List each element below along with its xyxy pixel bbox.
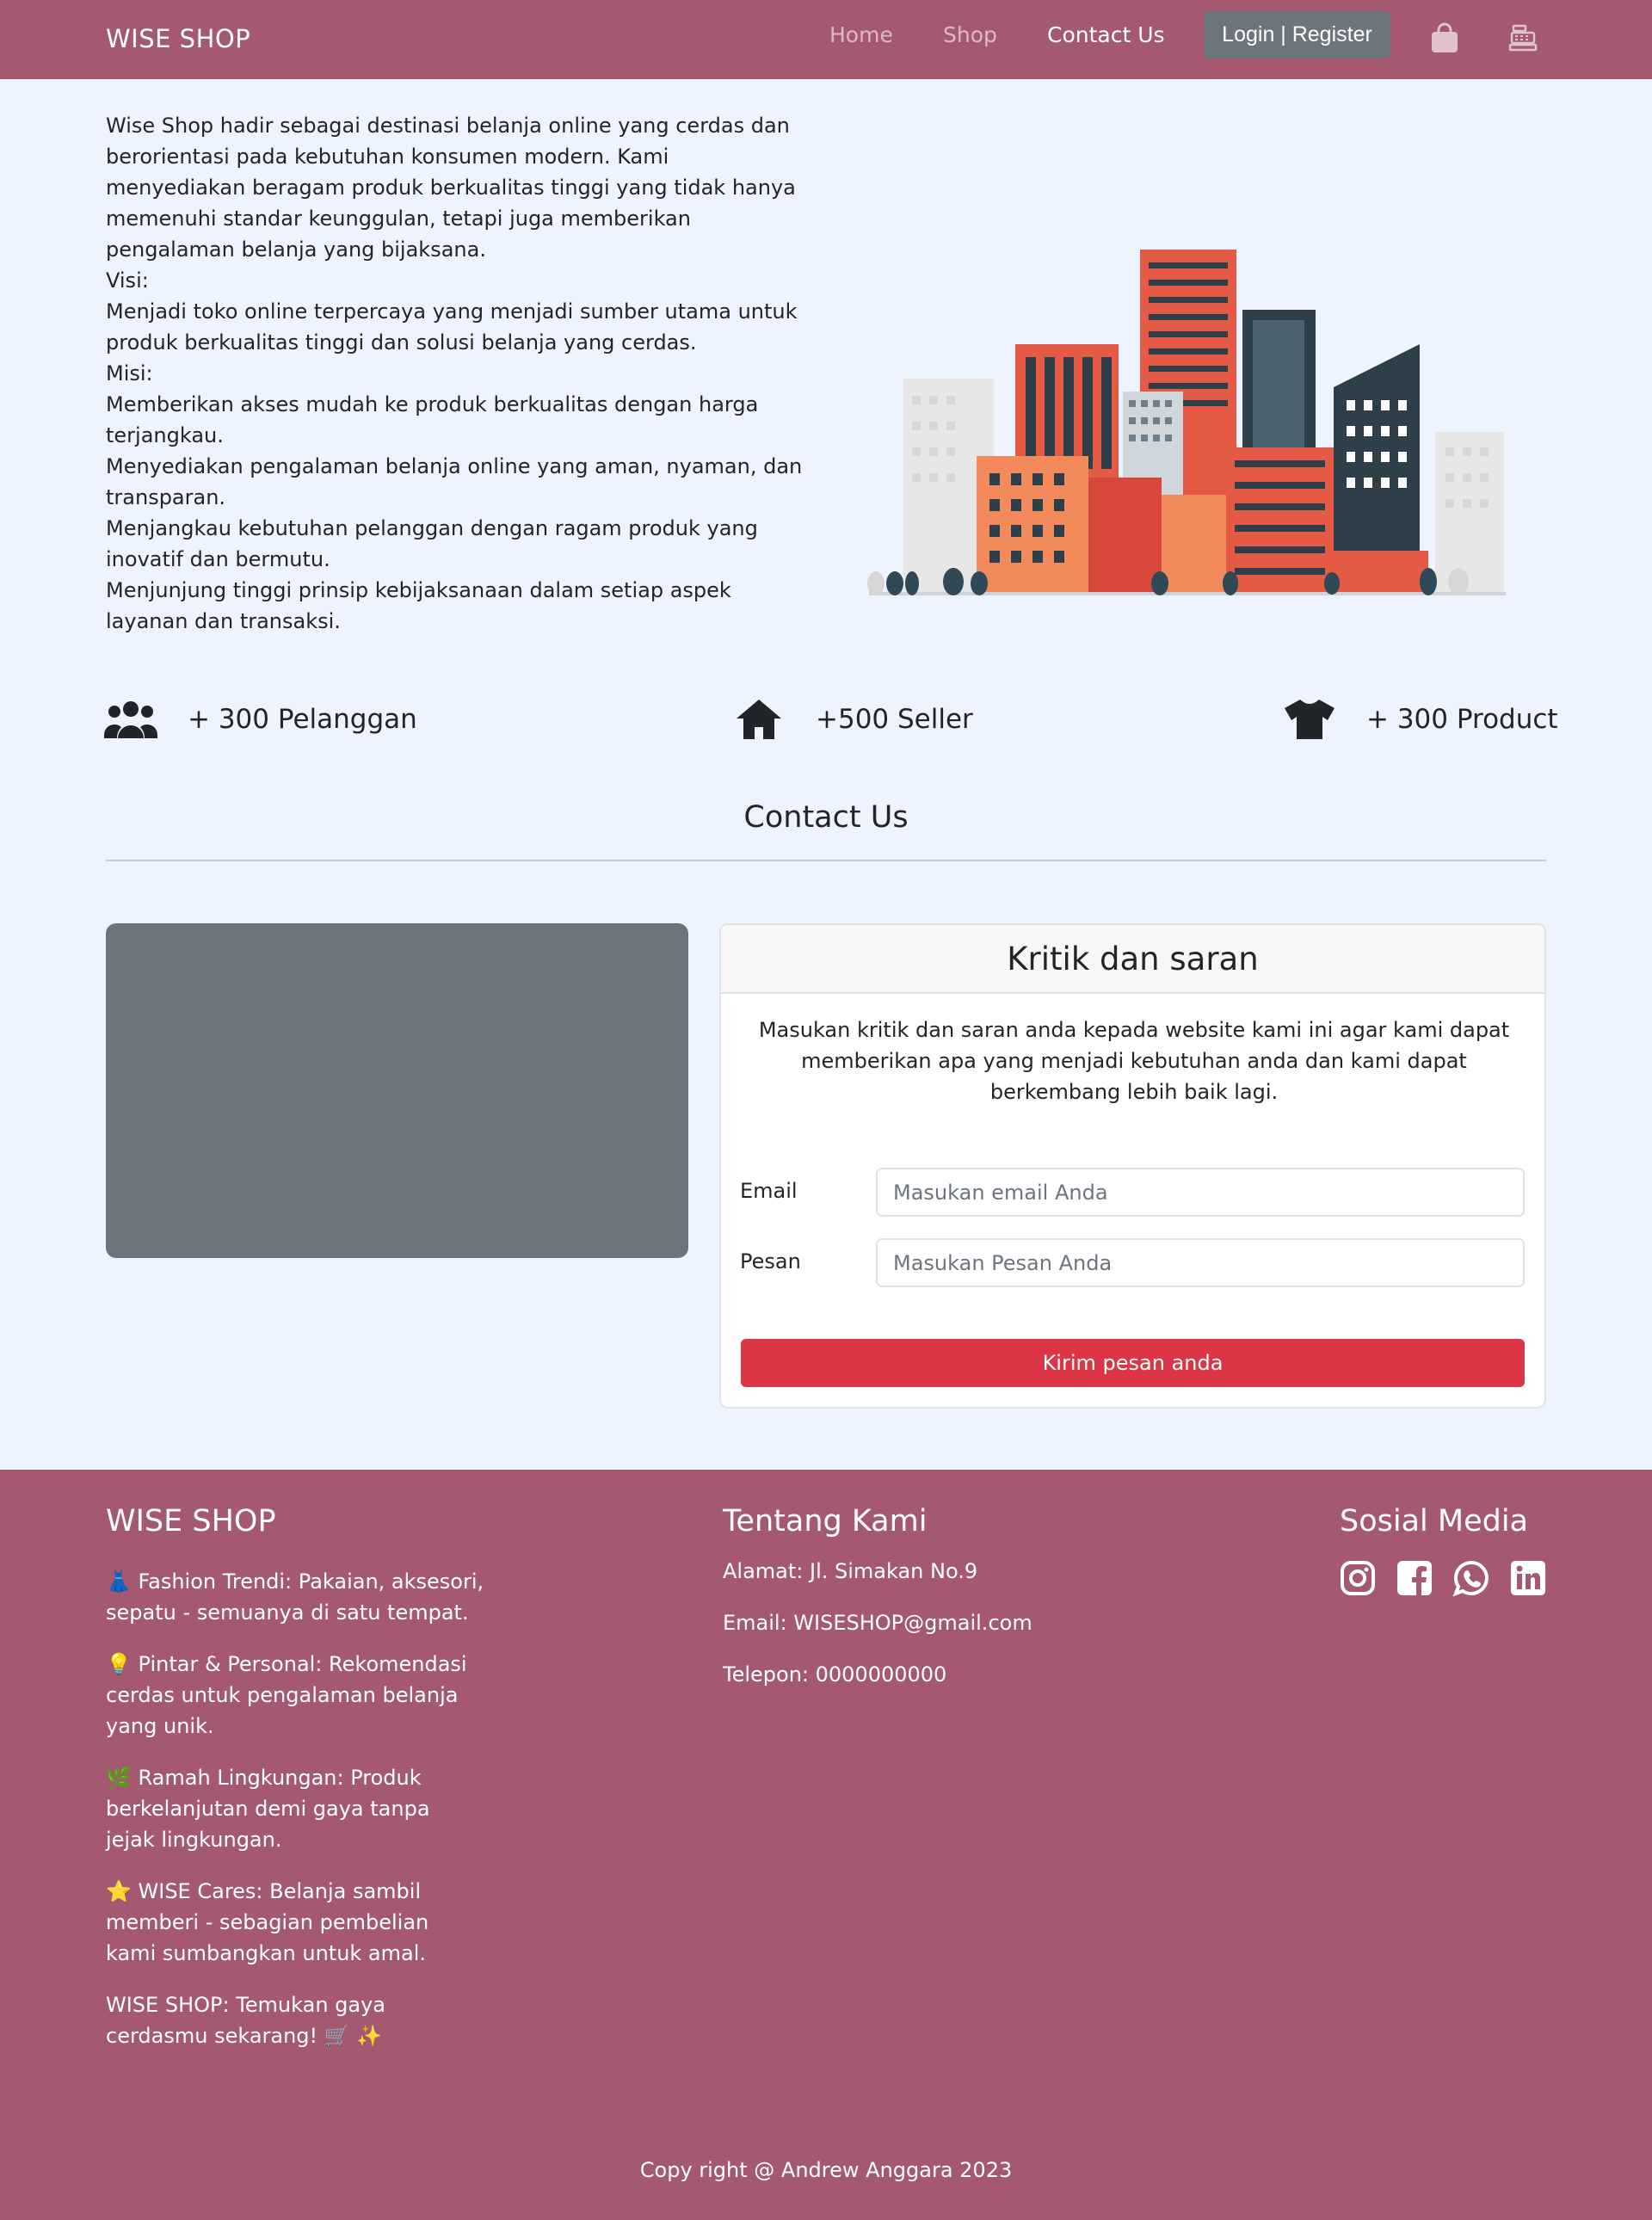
footer: WISE SHOP 👗 Fashion Trendi: Pakaian, aks… [0, 1470, 1652, 2220]
message-field[interactable] [876, 1238, 1525, 1287]
city-illustration [860, 241, 1514, 602]
footer-email: Email: WISESHOP@gmail.com [723, 1611, 1032, 1635]
footer-feature: WISE SHOP: Temukan gaya cerdasmu sekaran… [106, 1993, 386, 2048]
footer-social-title: Sosial Media [1340, 1504, 1529, 1539]
section-divider [106, 860, 1546, 861]
whatsapp-icon[interactable] [1452, 1559, 1490, 1597]
shirt-icon [1282, 695, 1337, 743]
about-misi-4: Menjunjung tinggi prinsip kebijaksanaan … [106, 578, 731, 633]
about-visi-text: Menjadi toko online terpercaya yang menj… [106, 299, 798, 355]
send-message-button[interactable]: Kirim pesan anda [741, 1339, 1525, 1387]
email-field[interactable] [876, 1168, 1525, 1217]
footer-brand-title: WISE SHOP [106, 1504, 276, 1539]
about-section: Wise Shop hadir sebagai destinasi belanj… [106, 110, 807, 637]
footer-feature: ⭐ WISE Cares: Belanja sambil memberi - s… [106, 1879, 429, 1965]
about-misi-label: Misi: [106, 361, 153, 385]
footer-phone: Telepon: 0000000000 [723, 1662, 947, 1687]
social-links [1339, 1559, 1547, 1597]
about-visi-label: Visi: [106, 268, 149, 293]
footer-contact-info: Alamat: Jl. Simakan No.9 Email: WISESHOP… [723, 1556, 1032, 1711]
users-icon [103, 695, 158, 743]
nav-contact-us[interactable]: Contact Us [1047, 22, 1165, 47]
footer-features: 👗 Fashion Trendi: Pakaian, aksesori, sep… [106, 1566, 484, 2072]
footer-feature: 💡 Pintar & Personal: Rekomendasi cerdas … [106, 1652, 467, 1738]
feedback-card-title: Kritik dan saran [721, 925, 1544, 994]
contact-section-title: Contact Us [743, 800, 909, 835]
footer-feature: 🌿 Ramah Lingkungan: Produk berkelanjutan… [106, 1766, 430, 1852]
brand-logo[interactable]: WISE SHOP [106, 24, 250, 53]
about-misi-3: Menjangkau kebutuhan pelanggan dengan ra… [106, 516, 758, 571]
feedback-card-text: Masukan kritik dan saran anda kepada web… [758, 1018, 1510, 1104]
stat-customers: + 300 Pelanggan [103, 695, 417, 743]
footer-address: Alamat: Jl. Simakan No.9 [723, 1559, 978, 1583]
footer-about-title: Tentang Kami [723, 1504, 928, 1539]
nav-shop[interactable]: Shop [943, 22, 997, 47]
linkedin-icon[interactable] [1509, 1559, 1547, 1597]
message-label: Pesan [740, 1249, 801, 1273]
stat-sellers: +500 Seller [731, 695, 973, 743]
instagram-icon[interactable] [1339, 1559, 1377, 1597]
nav-home[interactable]: Home [829, 22, 893, 47]
map-placeholder [106, 923, 688, 1258]
footer-feature: 👗 Fashion Trendi: Pakaian, aksesori, sep… [106, 1569, 484, 1625]
copyright: Copy right @ Andrew Anggara 2023 [639, 2158, 1013, 2182]
login-register-button[interactable]: Login | Register [1204, 11, 1390, 59]
about-misi-2: Menyediakan pengalaman belanja online ya… [106, 454, 803, 509]
about-intro: Wise Shop hadir sebagai destinasi belanj… [106, 114, 796, 262]
cash-register-icon[interactable] [1506, 19, 1540, 57]
stat-sellers-label: +500 Seller [816, 704, 973, 735]
about-misi-1: Memberikan akses mudah ke produk berkual… [106, 392, 759, 447]
bag-icon[interactable] [1427, 19, 1462, 57]
email-label: Email [740, 1179, 798, 1203]
house-icon [731, 695, 786, 743]
facebook-icon[interactable] [1396, 1559, 1433, 1597]
navbar: WISE SHOP Home Shop Contact Us Login | R… [0, 0, 1652, 79]
stat-customers-label: + 300 Pelanggan [188, 704, 417, 735]
stat-products-label: + 300 Product [1366, 704, 1558, 735]
feedback-card: Kritik dan saran Masukan kritik dan sara… [719, 923, 1546, 1409]
stat-products: + 300 Product [1282, 695, 1558, 743]
